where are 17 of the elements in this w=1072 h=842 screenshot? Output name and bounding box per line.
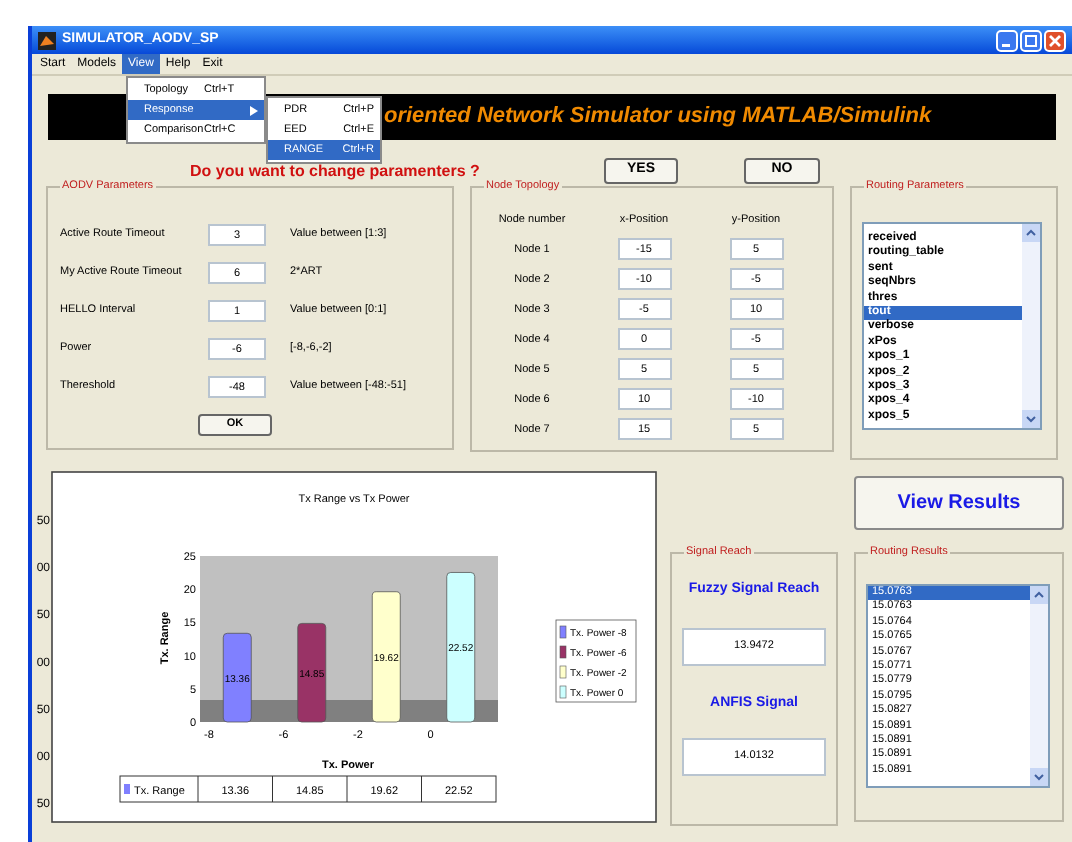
question-text: Do you want to change paramenters ? — [190, 161, 480, 181]
minimize-icon[interactable] — [996, 29, 1018, 51]
app-icon — [38, 31, 56, 49]
scrollbar[interactable] — [1022, 224, 1040, 428]
close-icon[interactable] — [1044, 29, 1066, 51]
bar — [222, 632, 252, 723]
bar — [297, 623, 327, 723]
view-results-button[interactable]: View Results — [854, 476, 1064, 530]
banner-title: oriented Network Simulator using MATLAB/Simulink — [384, 102, 932, 133]
scroll-down-icon[interactable] — [1022, 410, 1040, 428]
legend-border — [555, 619, 637, 703]
scroll-up-icon[interactable] — [1022, 224, 1040, 242]
scroll-up-icon[interactable] — [1030, 586, 1048, 604]
maximize-icon[interactable] — [1020, 29, 1042, 51]
bar — [371, 591, 401, 723]
scrollbar[interactable] — [1030, 586, 1048, 786]
scroll-down-icon[interactable] — [1030, 768, 1048, 786]
